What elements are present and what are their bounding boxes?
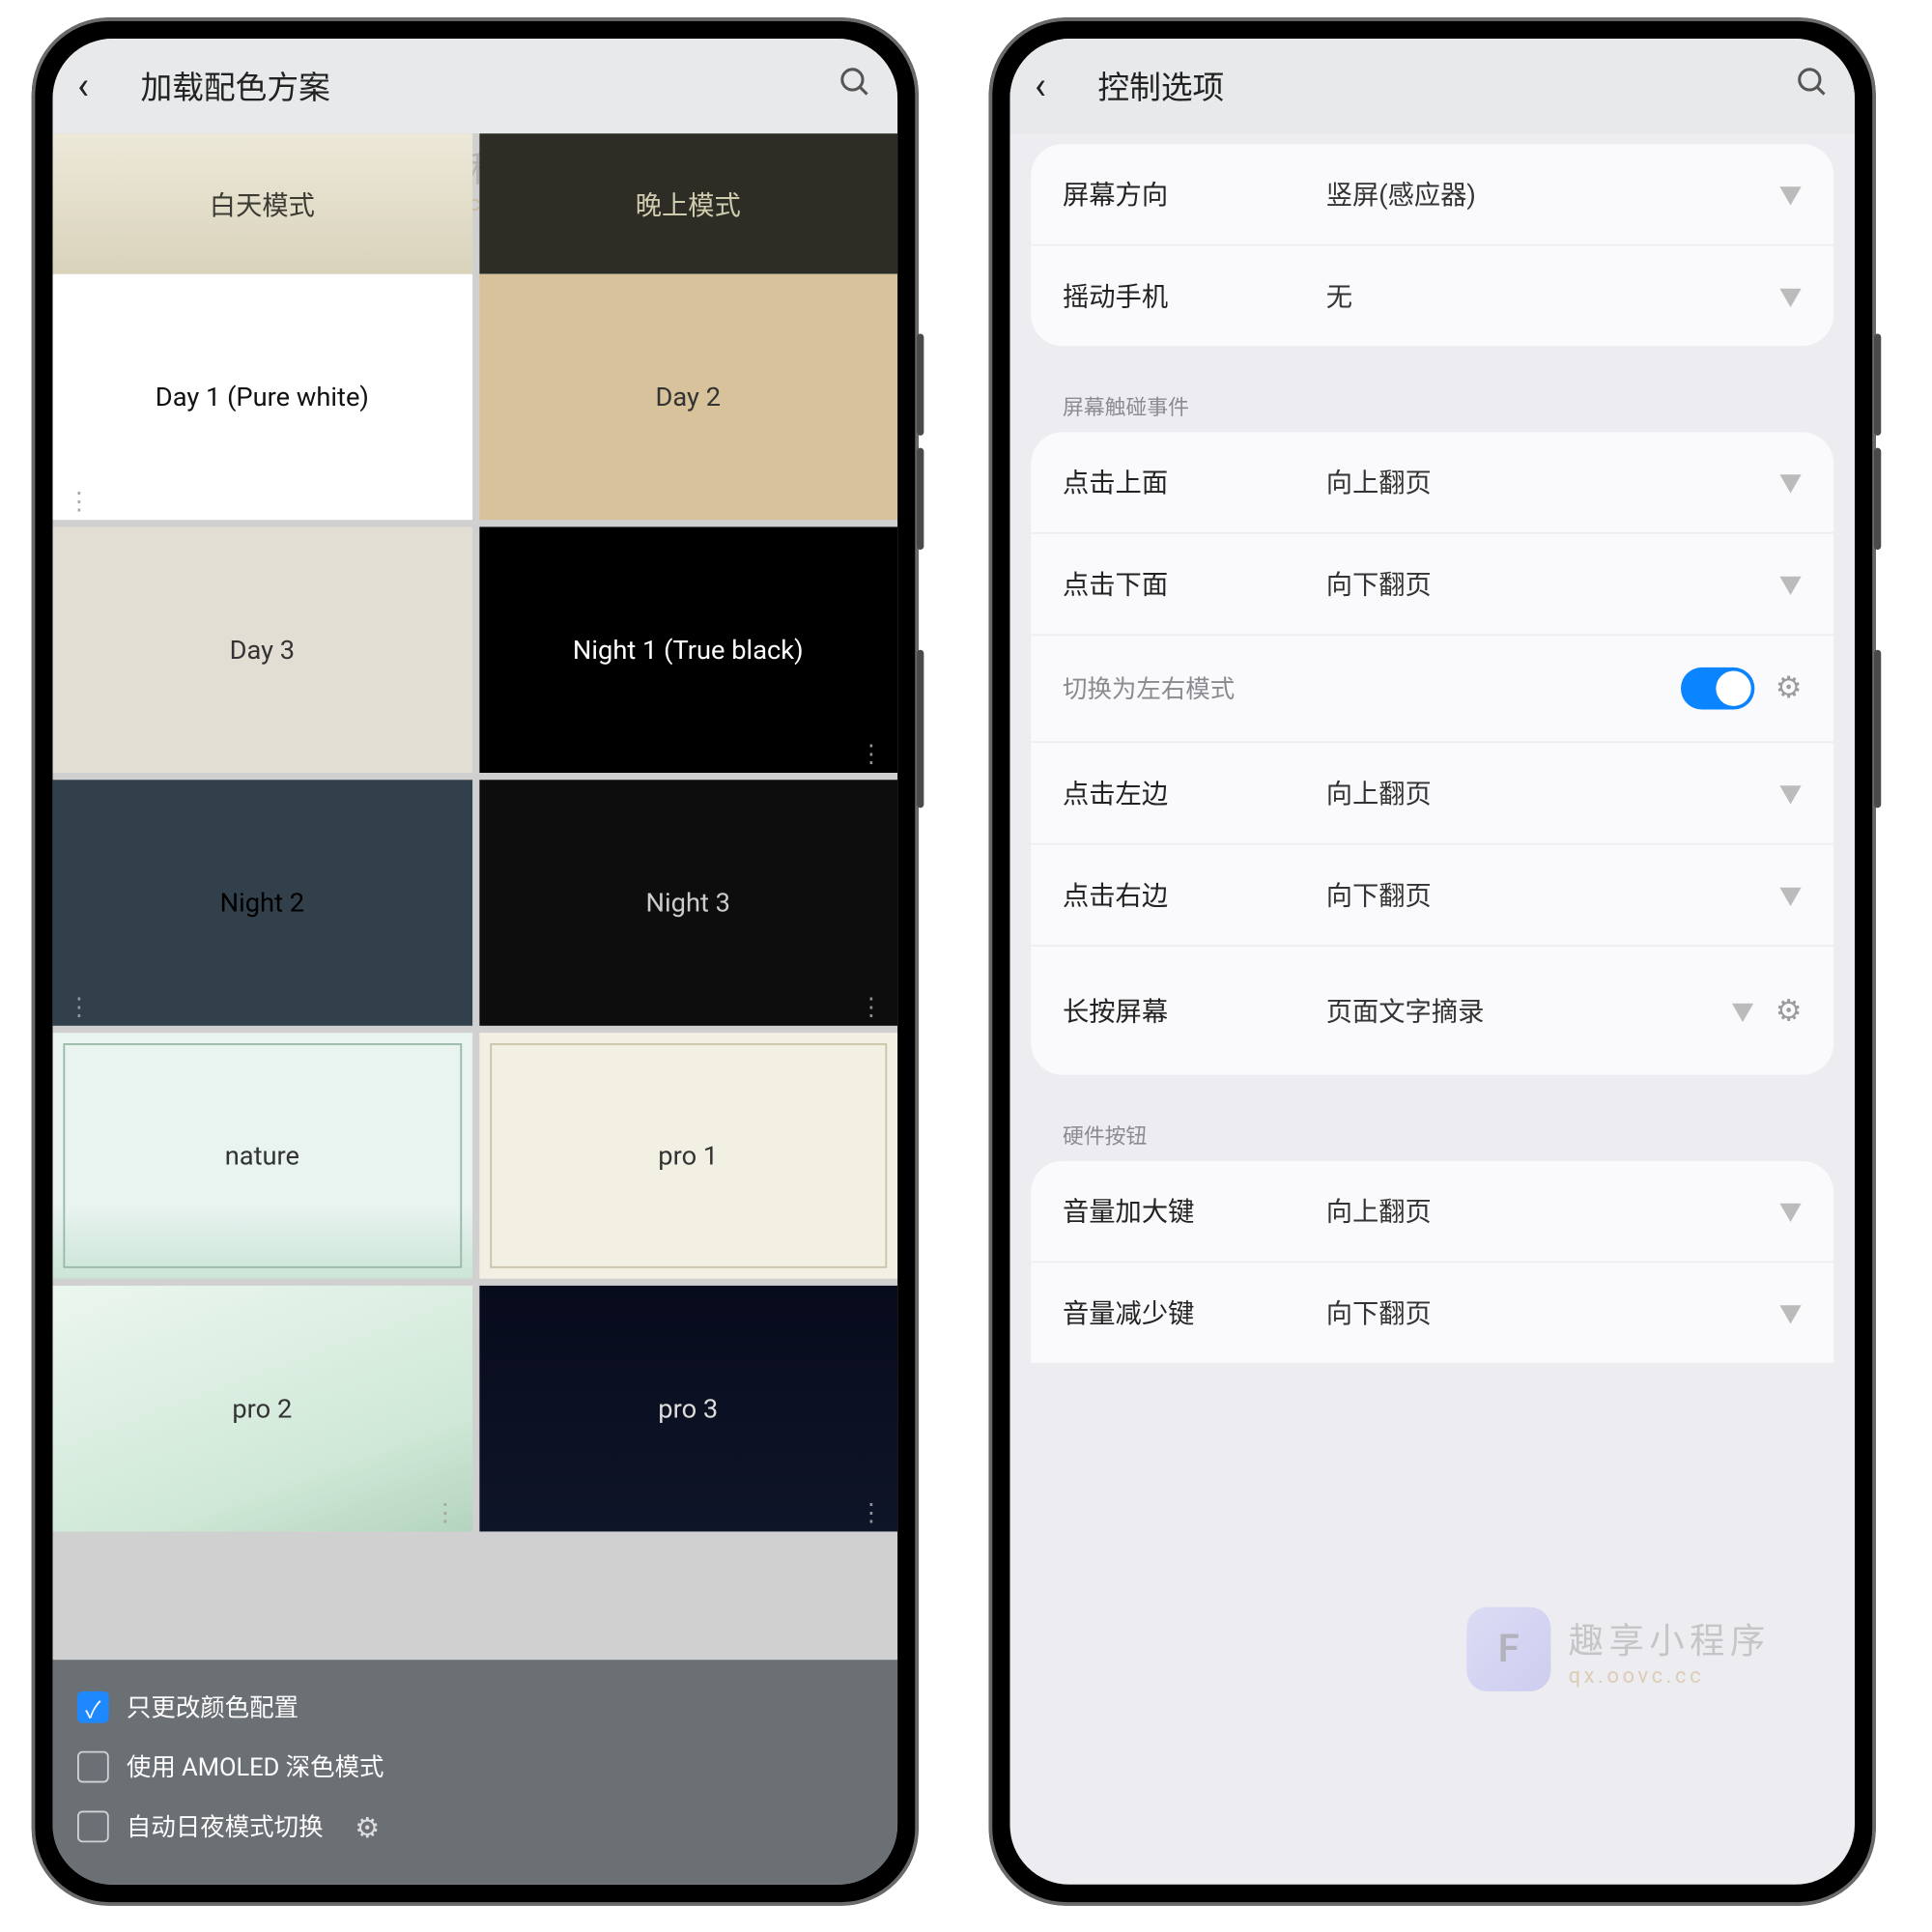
row-tap-right[interactable]: 点击右边 向下翻页 ▼ bbox=[1031, 843, 1833, 945]
section-general: 屏幕方向 竖屏(感应器) ▼ 摇动手机 无 ▼ bbox=[1031, 144, 1833, 346]
chevron-down-icon[interactable]: ▼ bbox=[1779, 777, 1803, 810]
toggle-on[interactable] bbox=[1681, 668, 1754, 710]
back-icon[interactable]: ‹ bbox=[1035, 64, 1077, 107]
phone-left: ‹ 加载配色方案 F 趣享小程序 qx.oovc.cc 白天模式 bbox=[32, 17, 919, 1906]
drag-handle-icon[interactable]: ⋮ bbox=[433, 1511, 457, 1518]
checkbox-icon[interactable] bbox=[77, 1811, 109, 1843]
gear-icon[interactable]: ⚙ bbox=[1776, 993, 1803, 1028]
drag-handle-icon[interactable]: ⋮ bbox=[67, 498, 91, 505]
option-auto-daynight[interactable]: 自动日夜模式切换 ⚙ bbox=[77, 1797, 873, 1857]
appbar: ‹ 控制选项 bbox=[1009, 39, 1855, 133]
row-orientation[interactable]: 屏幕方向 竖屏(感应器) ▼ bbox=[1031, 144, 1833, 244]
drag-handle-icon[interactable]: ⋮ bbox=[859, 1005, 883, 1011]
theme-card-nature[interactable]: nature bbox=[53, 1033, 472, 1279]
theme-card-night2[interactable]: Night 2⋮ bbox=[53, 780, 472, 1026]
chevron-down-icon[interactable]: ▼ bbox=[1779, 178, 1803, 212]
watermark: F 趣享小程序 qx.oovc.cc bbox=[1466, 1607, 1771, 1691]
page-title: 控制选项 bbox=[1077, 63, 1796, 108]
row-tap-left[interactable]: 点击左边 向上翻页 ▼ bbox=[1031, 741, 1833, 842]
section-header-touch: 屏幕触碰事件 bbox=[1031, 367, 1833, 432]
drag-handle-icon[interactable]: ⋮ bbox=[67, 1005, 91, 1011]
theme-card-night1[interactable]: Night 1 (True black)⋮ bbox=[478, 526, 897, 773]
drag-handle-icon[interactable]: ⋮ bbox=[859, 1511, 883, 1518]
gear-icon[interactable]: ⚙ bbox=[355, 1810, 380, 1844]
back-icon[interactable]: ‹ bbox=[77, 64, 120, 107]
theme-card-nightmode-header[interactable]: 晚上模式 bbox=[478, 133, 897, 273]
theme-card-daymode-header[interactable]: 白天模式 bbox=[53, 133, 472, 273]
chevron-down-icon[interactable]: ▼ bbox=[1779, 279, 1803, 313]
row-vol-down[interactable]: 音量减少键 向下翻页 ▼ bbox=[1031, 1261, 1833, 1362]
section-touch: 点击上面 向上翻页 ▼ 点击下面 向下翻页 ▼ 切换为左右模式 ⚙ bbox=[1031, 432, 1833, 1074]
row-long-press[interactable]: 长按屏幕 页面文字摘录 ▼ ⚙ bbox=[1031, 945, 1833, 1075]
theme-card-day1[interactable]: Day 1 (Pure white)⋮ bbox=[53, 274, 472, 521]
bottom-options: ✓ 只更改颜色配置 使用 AMOLED 深色模式 自动日夜模式切换 ⚙ bbox=[53, 1660, 898, 1885]
chevron-down-icon[interactable]: ▼ bbox=[1731, 994, 1754, 1028]
row-vol-up[interactable]: 音量加大键 向上翻页 ▼ bbox=[1031, 1161, 1833, 1262]
theme-card-night3[interactable]: Night 3⋮ bbox=[478, 780, 897, 1026]
row-lr-mode: 切换为左右模式 ⚙ bbox=[1031, 634, 1833, 741]
theme-card-pro2[interactable]: pro 2⋮ bbox=[53, 1286, 472, 1532]
chevron-down-icon[interactable]: ▼ bbox=[1779, 1194, 1803, 1228]
drag-handle-icon[interactable]: ⋮ bbox=[859, 752, 883, 758]
row-tap-bottom[interactable]: 点击下面 向下翻页 ▼ bbox=[1031, 532, 1833, 634]
section-hardware: 音量加大键 向上翻页 ▼ 音量减少键 向下翻页 ▼ bbox=[1031, 1161, 1833, 1363]
page-title: 加载配色方案 bbox=[120, 63, 838, 108]
theme-card-pro3[interactable]: pro 3⋮ bbox=[478, 1286, 897, 1532]
option-only-color[interactable]: ✓ 只更改颜色配置 bbox=[77, 1677, 873, 1737]
chevron-down-icon[interactable]: ▼ bbox=[1779, 567, 1803, 601]
phone-right: ‹ 控制选项 屏幕方向 竖屏(感应器) ▼ 摇动手机 bbox=[989, 17, 1876, 1906]
chevron-down-icon[interactable]: ▼ bbox=[1779, 1296, 1803, 1330]
gear-icon[interactable]: ⚙ bbox=[1776, 671, 1803, 706]
theme-card-day2[interactable]: Day 2 bbox=[478, 274, 897, 521]
watermark-badge: F bbox=[1466, 1607, 1550, 1691]
chevron-down-icon[interactable]: ▼ bbox=[1779, 878, 1803, 912]
row-tap-top[interactable]: 点击上面 向上翻页 ▼ bbox=[1031, 432, 1833, 532]
appbar: ‹ 加载配色方案 bbox=[53, 39, 898, 133]
search-icon[interactable] bbox=[1795, 64, 1830, 107]
option-amoled[interactable]: 使用 AMOLED 深色模式 bbox=[77, 1737, 873, 1797]
checkbox-checked-icon[interactable]: ✓ bbox=[77, 1691, 109, 1723]
section-header-hardware: 硬件按钮 bbox=[1031, 1096, 1833, 1161]
row-shake[interactable]: 摇动手机 无 ▼ bbox=[1031, 244, 1833, 346]
chevron-down-icon[interactable]: ▼ bbox=[1779, 466, 1803, 499]
search-icon[interactable] bbox=[838, 64, 872, 107]
theme-card-pro1[interactable]: pro 1 bbox=[478, 1033, 897, 1279]
theme-card-day3[interactable]: Day 3 bbox=[53, 526, 472, 773]
checkbox-icon[interactable] bbox=[77, 1751, 109, 1783]
